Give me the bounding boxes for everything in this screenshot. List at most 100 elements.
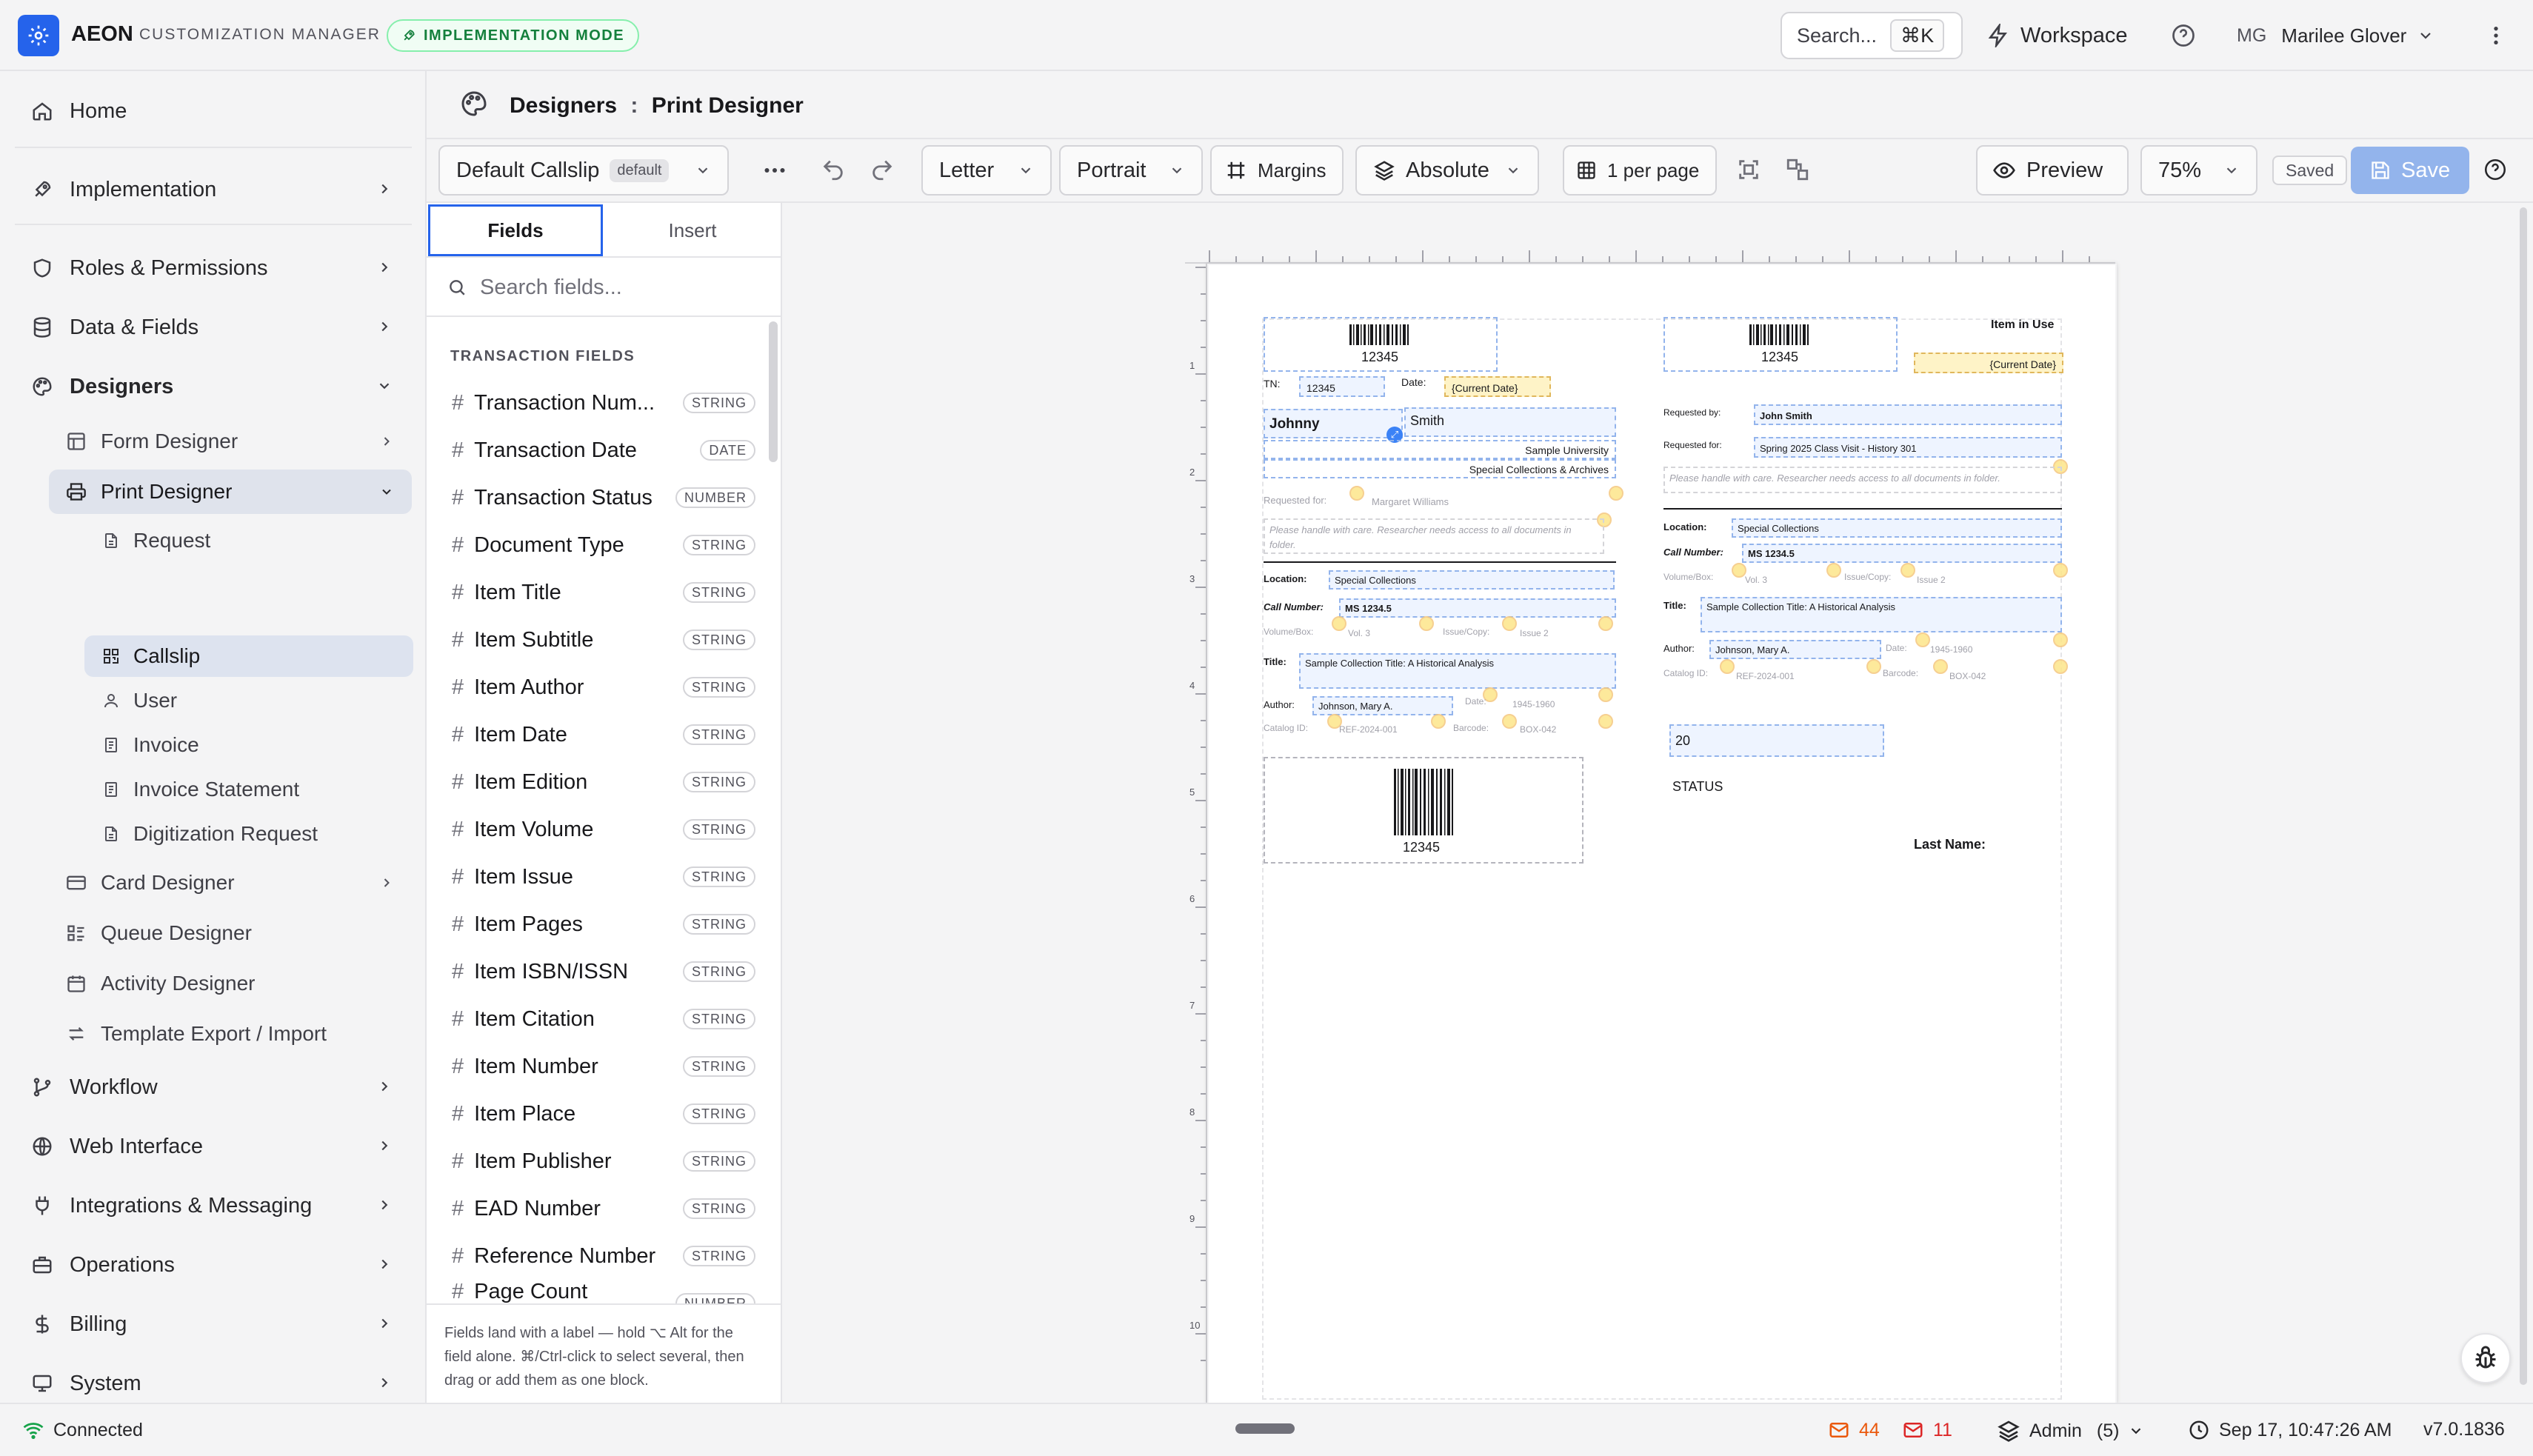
department-field[interactable]: Special Collections & Archives xyxy=(1264,459,1616,478)
help-icon[interactable] xyxy=(2170,22,2197,49)
requested-by-field[interactable]: John Smith xyxy=(1754,404,2062,425)
field-search-input[interactable]: Search fields... xyxy=(427,259,781,317)
sidebar-item-print-designer[interactable]: Print Designer xyxy=(49,470,412,514)
tab-fields[interactable]: Fields xyxy=(428,204,603,256)
field-anchor-icon[interactable] xyxy=(1598,687,1613,702)
sidebar-item-billing[interactable]: Billing xyxy=(15,1299,412,1349)
field-anchor-icon[interactable] xyxy=(1431,714,1446,729)
field-anchor-icon[interactable] xyxy=(2053,659,2068,674)
field-item[interactable]: # Item Volume STRING xyxy=(427,806,775,853)
sidebar-item-operations[interactable]: Operations xyxy=(15,1240,412,1290)
field-item[interactable]: # EAD Number STRING xyxy=(427,1185,775,1232)
sidebar-item-roles[interactable]: Roles & Permissions xyxy=(15,243,412,293)
field-anchor-icon[interactable] xyxy=(1732,563,1746,578)
sidebar-item-workflow[interactable]: Workflow xyxy=(15,1062,412,1112)
location-field-2[interactable]: Special Collections xyxy=(1732,518,2062,538)
more-vertical-icon[interactable] xyxy=(2484,22,2508,49)
field-anchor-icon[interactable] xyxy=(2053,563,2068,578)
field-anchor-icon[interactable] xyxy=(1915,632,1930,647)
field-item[interactable]: # Item Title STRING xyxy=(427,569,775,616)
sidebar-item-integrations[interactable]: Integrations & Messaging xyxy=(15,1181,412,1231)
field-anchor-icon[interactable] xyxy=(1933,659,1948,674)
orientation-select[interactable]: Portrait xyxy=(1059,145,1203,196)
tn-field[interactable]: 12345 xyxy=(1299,376,1385,397)
field-anchor-icon[interactable] xyxy=(1720,659,1735,674)
note-field[interactable]: Please handle with care. Researcher need… xyxy=(1264,518,1604,554)
sidebar-item-web-interface[interactable]: Web Interface xyxy=(15,1121,412,1172)
layout-mode-select[interactable]: Absolute xyxy=(1355,145,1539,196)
field-item[interactable]: # Item Citation STRING xyxy=(427,995,775,1043)
title-field-2[interactable]: Sample Collection Title: A Historical An… xyxy=(1701,597,2062,632)
field-anchor-icon[interactable] xyxy=(1866,659,1881,674)
field-item[interactable]: # Transaction Num... STRING xyxy=(427,379,775,427)
field-item[interactable]: # Item Subtitle STRING xyxy=(427,616,775,664)
last-name-field[interactable]: Smith xyxy=(1404,407,1616,437)
mail-inbound-count[interactable]: 44 xyxy=(1828,1419,1880,1441)
sidebar-item-user[interactable]: User xyxy=(84,680,413,721)
field-item[interactable]: # Page Count NUMBER xyxy=(427,1280,775,1303)
field-item[interactable]: # Item Publisher STRING xyxy=(427,1138,775,1185)
requested-for-field-2[interactable]: Spring 2025 Class Visit - History 301 xyxy=(1754,437,2062,458)
field-item[interactable]: # Transaction Status NUMBER xyxy=(427,474,775,521)
field-anchor-icon[interactable] xyxy=(1900,563,1915,578)
field-anchor-icon[interactable] xyxy=(1349,486,1364,501)
template-select[interactable]: Default Callslip default xyxy=(438,145,729,196)
current-date-field[interactable]: {Current Date} xyxy=(1444,376,1551,397)
sidebar-item-home[interactable]: Home xyxy=(15,86,412,136)
field-item[interactable]: # Item Issue STRING xyxy=(427,853,775,901)
field-anchor-icon[interactable] xyxy=(1598,616,1613,631)
field-item[interactable]: # Item Pages STRING xyxy=(427,901,775,948)
field-anchor-icon[interactable] xyxy=(1502,616,1517,631)
margins-button[interactable]: Margins xyxy=(1210,145,1344,196)
panel-scrollbar[interactable] xyxy=(769,321,778,462)
call-number-field-2[interactable]: MS 1234.5 xyxy=(1742,544,2062,563)
sidebar-item-callslip[interactable]: Callslip xyxy=(84,635,413,677)
title-field[interactable]: Sample Collection Title: A Historical An… xyxy=(1299,653,1616,689)
right-barcode-element[interactable]: 12345 xyxy=(1663,317,1898,372)
field-item[interactable]: # Reference Number STRING xyxy=(427,1232,775,1280)
field-anchor-icon[interactable] xyxy=(1609,486,1623,501)
help-icon[interactable] xyxy=(2483,157,2508,182)
undo-icon[interactable] xyxy=(821,157,846,182)
align-icon[interactable] xyxy=(1785,157,1810,182)
field-item[interactable]: # Item Edition STRING xyxy=(427,758,775,806)
redo-icon[interactable] xyxy=(870,157,895,182)
field-anchor-icon[interactable] xyxy=(2053,632,2068,647)
sidebar-item-card-designer[interactable]: Card Designer xyxy=(49,861,412,905)
number-field[interactable]: 20 xyxy=(1669,724,1884,757)
sidebar-item-activity-designer[interactable]: Activity Designer xyxy=(49,961,412,1006)
fit-selection-icon[interactable] xyxy=(1736,157,1761,182)
sidebar-item-digitization-request[interactable]: Digitization Request xyxy=(84,813,413,855)
role-selector[interactable]: Admin (5) xyxy=(1997,1419,2144,1443)
barcode-element[interactable]: 12345 xyxy=(1264,317,1498,372)
university-field[interactable]: Sample University xyxy=(1264,440,1616,459)
canvas-scrollbar[interactable] xyxy=(2520,207,2527,1385)
field-item[interactable]: # Item ISBN/ISSN STRING xyxy=(427,948,775,995)
field-anchor-icon[interactable] xyxy=(1826,563,1841,578)
field-item[interactable]: # Item Place STRING xyxy=(427,1090,775,1138)
preview-button[interactable]: Preview xyxy=(1976,145,2129,196)
call-number-field[interactable]: MS 1234.5 xyxy=(1339,598,1616,618)
field-anchor-icon[interactable] xyxy=(1502,714,1517,729)
field-item[interactable]: # Transaction Date DATE xyxy=(427,427,775,474)
sidebar-item-data-fields[interactable]: Data & Fields xyxy=(15,302,412,353)
more-horizontal-icon[interactable] xyxy=(761,157,788,184)
field-item[interactable]: # Document Type STRING xyxy=(427,521,775,569)
field-anchor-icon[interactable] xyxy=(1332,616,1346,631)
sidebar-item-system[interactable]: System xyxy=(15,1358,412,1409)
field-item[interactable]: # Item Author STRING xyxy=(427,664,775,711)
field-anchor-icon[interactable] xyxy=(1598,714,1613,729)
global-search-button[interactable]: Search... ⌘K xyxy=(1781,12,1963,59)
sidebar-item-designers[interactable]: Designers xyxy=(15,361,412,412)
per-page-button[interactable]: 1 per page xyxy=(1563,145,1717,196)
breadcrumb-parent[interactable]: Designers xyxy=(510,93,617,118)
paper-size-select[interactable]: Letter xyxy=(921,145,1052,196)
sidebar-item-implementation[interactable]: Implementation xyxy=(15,164,412,215)
sidebar-item-form-designer[interactable]: Form Designer xyxy=(49,419,412,464)
field-anchor-icon[interactable] xyxy=(1419,616,1434,631)
author-field[interactable]: Johnson, Mary A. xyxy=(1312,696,1453,715)
sidebar-item-request[interactable]: Request xyxy=(84,520,413,561)
app-logo[interactable] xyxy=(18,15,59,56)
large-barcode-element[interactable]: 12345 xyxy=(1264,757,1583,864)
sidebar-item-template-export[interactable]: Template Export / Import xyxy=(49,1012,412,1056)
